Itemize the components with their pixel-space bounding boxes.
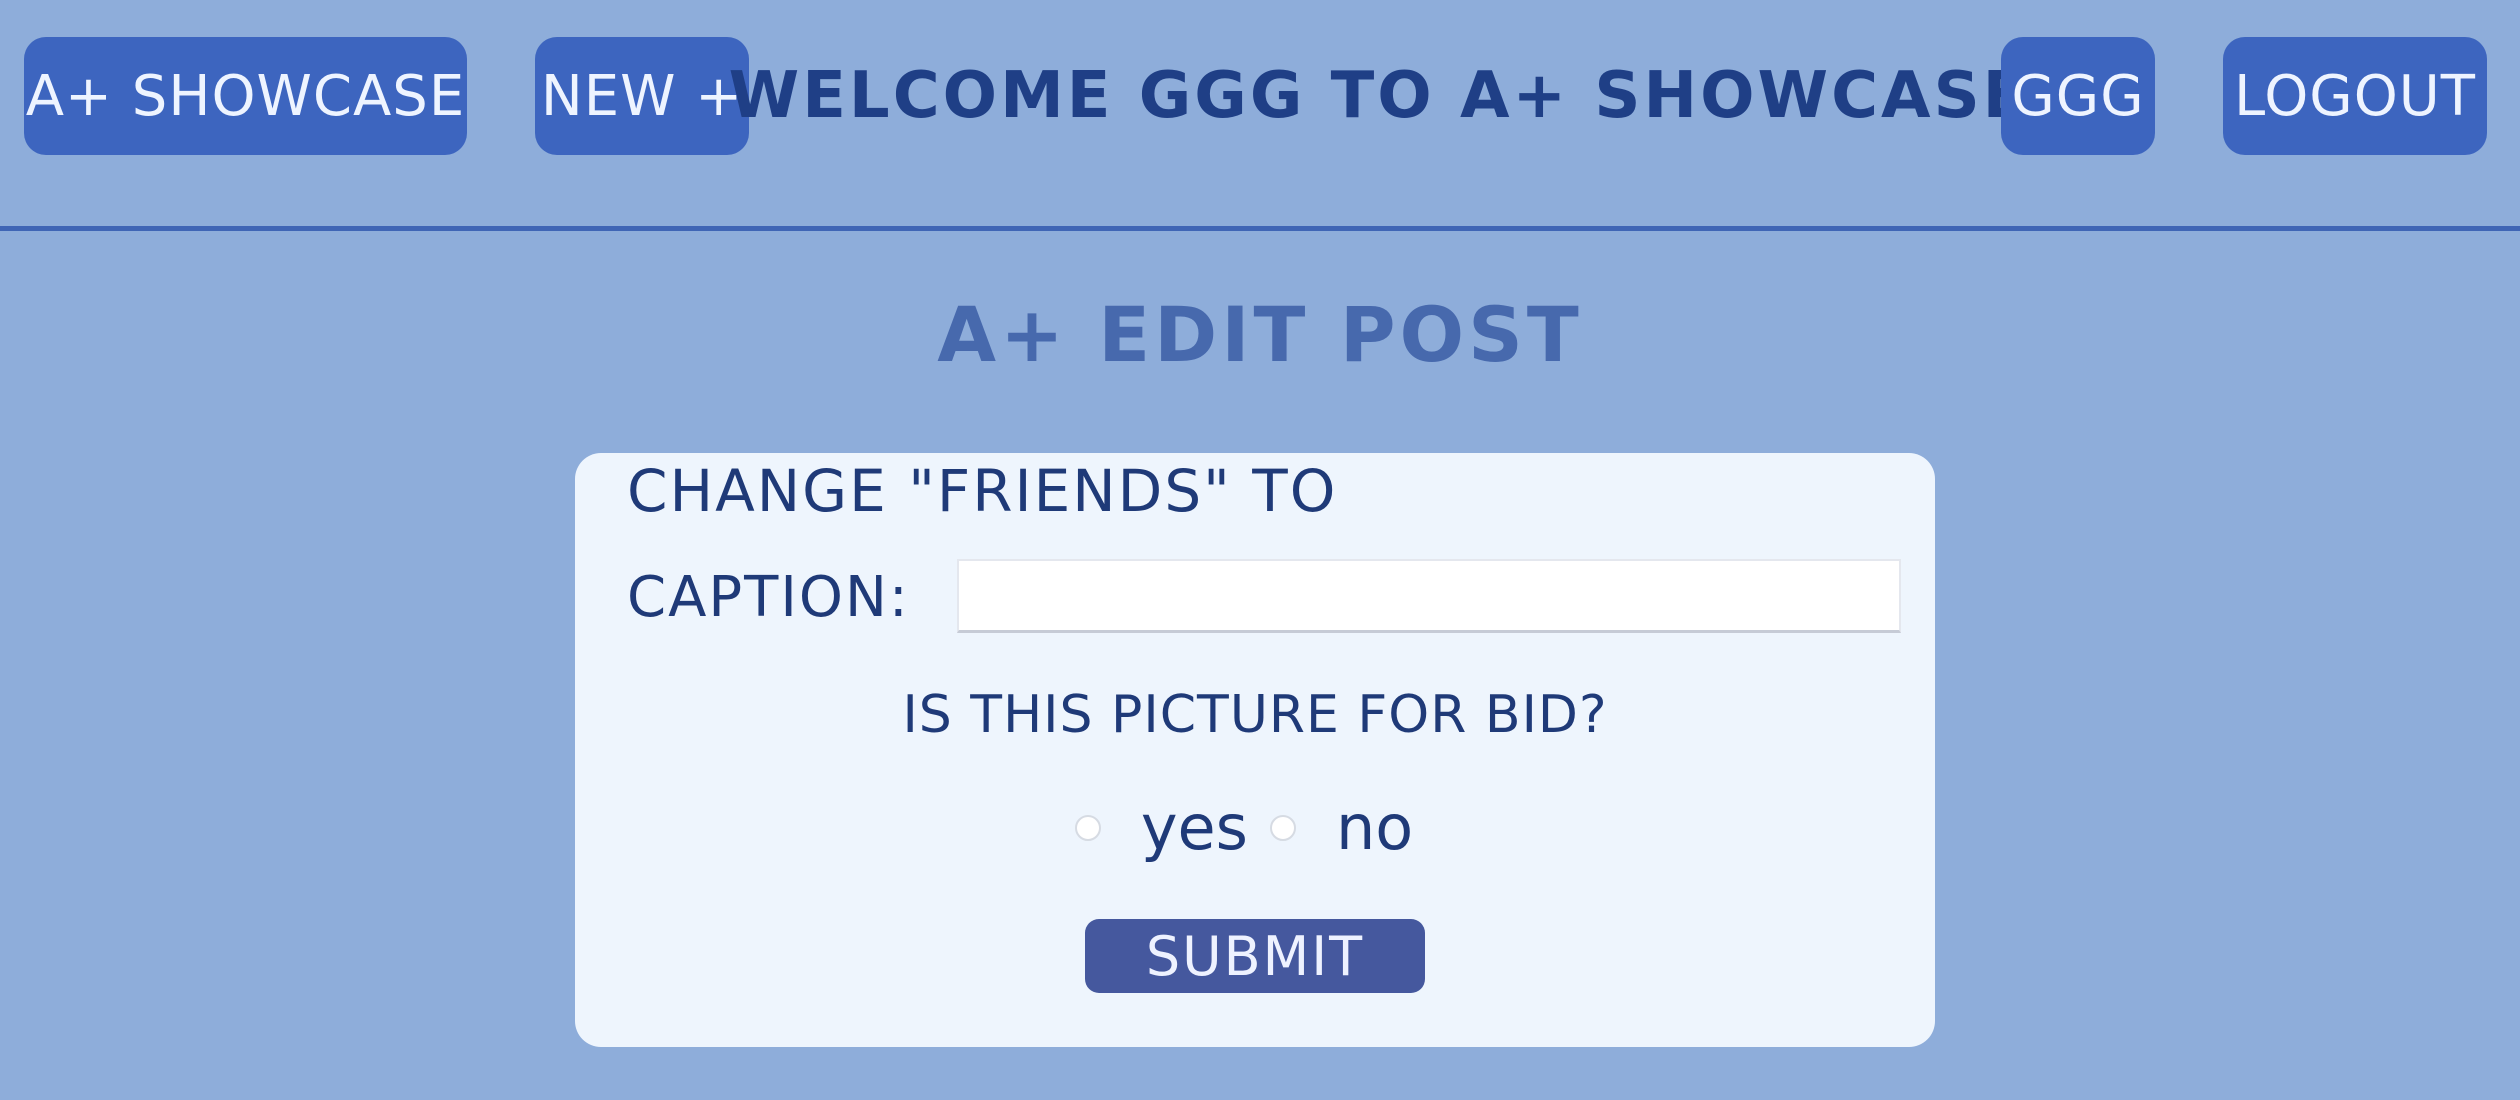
bid-no-option[interactable]: no <box>1269 791 1435 864</box>
radio-no-label[interactable]: no <box>1336 791 1413 864</box>
caption-label: CAPTION: <box>627 565 910 630</box>
navbar: A+ SHOWCASE NEW + WELCOME GGG TO A+ SHOW… <box>0 0 2520 231</box>
page-title: A+ EDIT POST <box>937 290 1583 379</box>
submit-button[interactable]: SUBMIT <box>1085 919 1425 993</box>
bid-yes-option[interactable]: yes <box>1074 791 1270 864</box>
edit-post-form: CHANGE "FRIENDS" TO CAPTION: IS THIS PIC… <box>575 453 1935 1047</box>
bid-radio-group: yes no <box>575 791 1935 864</box>
radio-yes-label[interactable]: yes <box>1141 791 1248 864</box>
bid-question: IS THIS PICTURE FOR BID? <box>902 685 1608 745</box>
radio-no[interactable] <box>1269 814 1296 841</box>
welcome-message: WELCOME GGG TO A+ SHOWCASE <box>728 59 2030 133</box>
form-heading: CHANGE "FRIENDS" TO <box>627 457 1338 525</box>
home-showcase-button[interactable]: A+ SHOWCASE <box>24 37 467 155</box>
radio-yes[interactable] <box>1074 814 1101 841</box>
caption-input[interactable] <box>957 559 1901 633</box>
new-post-button[interactable]: NEW + <box>535 37 749 155</box>
logout-button[interactable]: LOGOUT <box>2223 37 2487 155</box>
user-profile-button[interactable]: GGG <box>2001 37 2155 155</box>
